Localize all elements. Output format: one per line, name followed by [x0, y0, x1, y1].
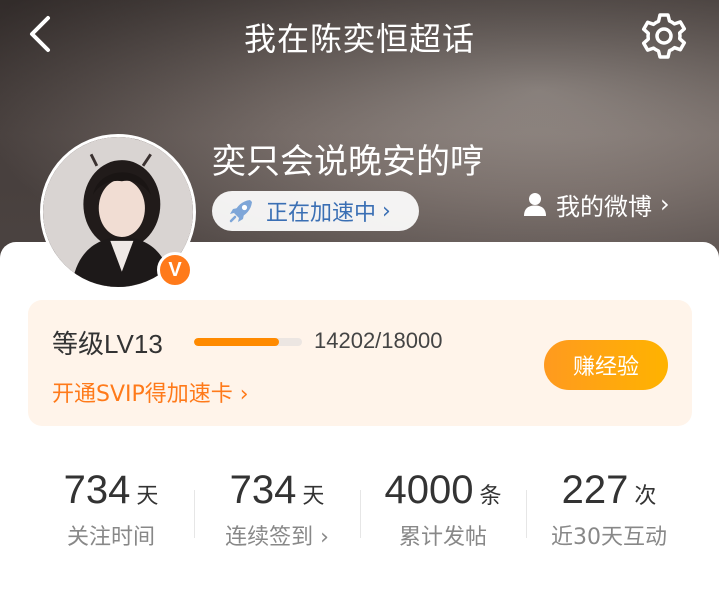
stat-unit: 天: [136, 484, 159, 509]
stat-value: 734: [229, 468, 297, 512]
chevron-right-icon: ›: [660, 190, 670, 218]
page-title: 我在陈奕恒超话: [243, 20, 475, 58]
rocket-icon: [229, 200, 252, 223]
stat-total-posts: 4000 条 累计发帖: [360, 446, 526, 576]
profile-name: 奕只会说晚安的哼: [212, 142, 484, 180]
verified-badge: V: [157, 252, 193, 288]
level-prefix: 等级: [52, 330, 105, 360]
stat-interactions-30d: 227 次 近30天互动: [526, 446, 692, 576]
stat-checkin-streak[interactable]: 734 天 连续签到 ›: [194, 446, 360, 576]
xp-progress-bar: [194, 338, 302, 346]
stat-label: 近30天互动: [551, 525, 667, 550]
earn-xp-button[interactable]: 赚经验: [544, 340, 668, 390]
level-value: LV13: [104, 329, 163, 359]
stat-label: 关注时间: [66, 525, 155, 550]
stats-row: 734 天 关注时间 734 天 连续签到 › 4000 条 累计发帖 227 次 近3…: [28, 446, 692, 576]
stat-follow-time: 734 天 关注时间: [28, 446, 194, 576]
stat-value: 4000: [384, 468, 474, 512]
level-label: 等级LV13: [52, 324, 163, 361]
my-weibo-label: 我的微博: [556, 192, 652, 221]
xp-progress-fill: [194, 338, 280, 346]
stat-unit: 天: [302, 484, 325, 509]
stat-value: 227: [561, 468, 629, 512]
stat-label: 累计发帖: [398, 525, 487, 550]
chevron-right-icon: ›: [382, 198, 391, 224]
settings-button[interactable]: [638, 10, 690, 62]
gear-icon: [641, 13, 687, 59]
stat-unit: 条: [479, 484, 502, 509]
my-weibo-link[interactable]: 我的微博 ›: [522, 186, 670, 222]
xp-progress-text: 14202/18000: [314, 328, 443, 353]
boost-status-label: 正在加速中: [266, 201, 377, 226]
stat-unit: 次: [634, 484, 657, 509]
level-panel: 等级LV13 14202/18000 开通SVIP得加速卡 › 赚经验: [28, 300, 692, 426]
boost-status-button[interactable]: 正在加速中 ›: [212, 191, 419, 231]
stat-label: 连续签到 ›: [225, 525, 329, 550]
person-icon: [524, 193, 546, 216]
svip-boost-card-link[interactable]: 开通SVIP得加速卡 ›: [52, 376, 249, 408]
top-bar: 我在陈奕恒超话: [0, 0, 719, 72]
stat-value: 734: [63, 468, 131, 512]
